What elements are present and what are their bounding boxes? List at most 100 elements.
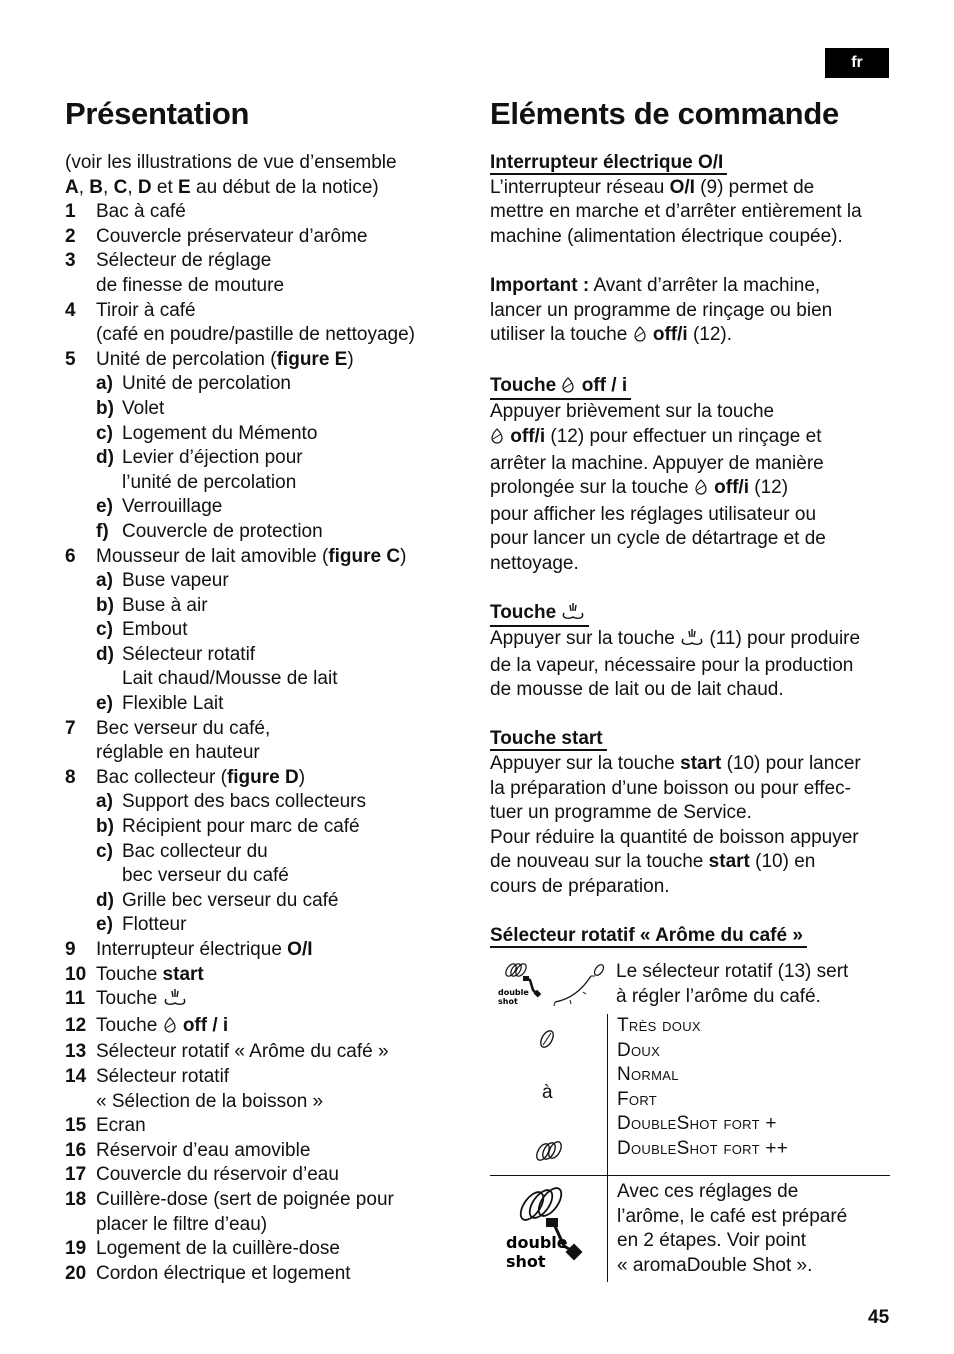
sub-item-text: Sélecteur rotatif Lait chaud/Mousse de la… — [122, 643, 337, 692]
sub-item-line: Verrouillage — [122, 496, 223, 518]
single-bean-icon — [593, 964, 605, 976]
item-number: 3 — [65, 250, 76, 272]
language-badge: fr — [825, 48, 889, 78]
item-line: Couvercle préservateur d’arôme — [96, 225, 368, 247]
double-shot-line: en 2 étapes. Voir point — [617, 1230, 807, 1252]
item-bold: figure D — [226, 766, 299, 788]
sub-item: a) Support des bacs collecteurs — [65, 790, 455, 815]
item-bold: start — [162, 963, 204, 985]
sub-item-text: Embout — [122, 618, 187, 643]
item-text: Mousseur de lait amovible (figure C) — [96, 545, 406, 570]
sub-item-text: Flotteur — [122, 913, 186, 938]
sub-item-letter: b) — [96, 816, 114, 838]
text: (12) pour effectuer un rinçage et — [545, 425, 822, 447]
text: (11) pour produire — [704, 628, 861, 650]
item-line: Réservoir d’eau amovible — [96, 1139, 311, 1161]
list-item: 8 Bac collecteur (figure D) — [65, 766, 455, 791]
item-line: placer le filtre d’eau) — [96, 1213, 268, 1235]
dial-label-shot: shot — [498, 997, 518, 1006]
sub-item: d) Grille bec verseur du café — [65, 889, 455, 914]
sub-item: b) Volet — [65, 397, 455, 422]
item-text: Interrupteur électrique O/I — [96, 938, 313, 963]
item-line: Cordon électrique et logement — [96, 1262, 351, 1284]
item-line: (café en poudre/pastille de nettoyage) — [96, 324, 415, 346]
paragraph-line: de nouveau sur la touche start (10) en — [490, 850, 890, 875]
sub-item-line: Flexible Lait — [122, 693, 224, 715]
item-label: Touche — [96, 963, 163, 985]
sub-item: e) Flexible Lait — [65, 692, 455, 717]
aroma-level: Très doux — [617, 1015, 701, 1036]
figure-ref-b: B — [89, 176, 104, 198]
list-item: 13 Sélecteur rotatif « Arôme du café » — [65, 1040, 455, 1065]
rinse-drop-icon — [694, 478, 709, 503]
item-line: Touche start — [96, 963, 204, 988]
important-note: Important : Avant d’arrêter la machine, — [490, 274, 890, 299]
text: (12) — [748, 477, 789, 499]
item-line: Sélecteur rotatif « Arôme du café » — [96, 1041, 389, 1063]
text: (9) permet de — [694, 176, 815, 198]
rinse-drop-icon — [561, 377, 576, 398]
paragraph-line: arrêter la machine. Appuyer de manière — [490, 452, 824, 474]
intro-line-2: A, B, C, D et E au début de la notice) — [65, 176, 455, 201]
item-line: Tiroir à café — [96, 299, 196, 321]
item-bold: figure E — [276, 348, 348, 370]
item-line: Unité de percolation (figure E) — [96, 348, 354, 373]
sub-item-letter: e) — [96, 693, 113, 715]
item-text: Touche — [96, 987, 187, 1014]
sub-item: d) Levier d’éjection pour l’unité de perco… — [65, 446, 455, 495]
section-title-aroma-selector: Sélecteur rotatif « Arôme du café » — [490, 925, 807, 949]
sub-item-line: Levier d’éjection pour — [122, 447, 303, 469]
sub-item-text: Volet — [122, 397, 164, 422]
sub-item-line: Lait chaud/Mousse de lait — [122, 668, 338, 690]
aroma-level: DoubleShot fort ++ — [617, 1137, 789, 1159]
list-item: 14 Sélecteur rotatif « Sélection de la boi… — [65, 1065, 455, 1114]
sub-item: b) Récipient pour marc de café — [65, 815, 455, 840]
sub-item-text: Récipient pour marc de café — [122, 815, 360, 840]
sub-item-letter: e) — [96, 496, 113, 518]
item-number: 12 — [65, 1014, 87, 1036]
text: off/i — [652, 324, 688, 346]
sub-item-text: Bac collecteur du bec verseur du café — [122, 840, 289, 889]
item-label: Bac collecteur ( — [96, 766, 227, 788]
aroma-level: DoubleShot fort + — [617, 1113, 777, 1135]
text: Avant d’arrêter la machine, — [589, 274, 821, 296]
item-number: 11 — [65, 988, 86, 1010]
list-item: 6 Mousseur de lait amovible (figure C) — [65, 545, 455, 570]
rinse-drop-icon — [163, 1016, 178, 1041]
sub-item: c) Embout — [65, 618, 455, 643]
list-item: 16 Réservoir d’eau amovible — [65, 1139, 455, 1164]
item-label: Unité de percolation ( — [96, 348, 277, 370]
text: Appuyer sur la touche — [490, 753, 681, 775]
page-title-controls: Eléments de commande — [490, 96, 839, 131]
text: Appuyer sur la touche — [490, 628, 681, 650]
item-text: Bec verseur du café, réglable en hauteur — [96, 717, 270, 766]
sub-item-line: Sélecteur rotatif — [122, 643, 256, 665]
paragraph-line: tuer un programme de Service. — [490, 802, 752, 824]
item-text: Unité de percolation (figure E) — [96, 348, 354, 373]
sub-item-line: Bac collecteur du — [122, 840, 268, 862]
text: Important : — [490, 274, 590, 296]
paragraph-line: prolongée sur la touche off/i (12) — [490, 476, 890, 503]
list-item: 7 Bec verseur du café, réglable en hauteur — [65, 717, 455, 766]
sub-item-line: bec verseur du café — [122, 865, 289, 887]
sub-item-letter: d) — [96, 447, 114, 469]
component-list: 1 Bac à café 2 Couvercle préservateur d’arô… — [65, 200, 455, 1286]
item-line: Interrupteur électrique O/I — [96, 938, 313, 963]
item-number: 9 — [65, 939, 76, 960]
item-text: Couvercle préservateur d’arôme — [96, 225, 367, 250]
section-title-steam-button: Touche — [490, 602, 590, 628]
sub-item: e) Flotteur — [65, 913, 455, 938]
item-line: réglable en hauteur — [96, 742, 260, 764]
sub-item-line: l’unité de percolation — [122, 471, 297, 493]
paragraph-line: pour afficher les réglages utilisateur o… — [490, 503, 817, 525]
item-text: Sélecteur de réglage de finesse de moutur… — [96, 249, 284, 298]
sub-item-text: Support des bacs collecteurs — [122, 790, 366, 815]
item-line: de finesse de mouture — [96, 274, 285, 296]
sub-item-line: Récipient pour marc de café — [122, 816, 360, 838]
figure-ref-d: D — [137, 176, 152, 198]
item-bold: O/I — [287, 939, 313, 960]
sub-item-line: Couvercle de protection — [122, 520, 323, 542]
paragraph-line: lancer un programme de rinçage ou bien — [490, 299, 833, 321]
item-text: Sélecteur rotatif « Arôme du café » — [96, 1040, 389, 1065]
paragraph-line: L’interrupteur réseau O/I (9) permet de — [490, 176, 890, 201]
